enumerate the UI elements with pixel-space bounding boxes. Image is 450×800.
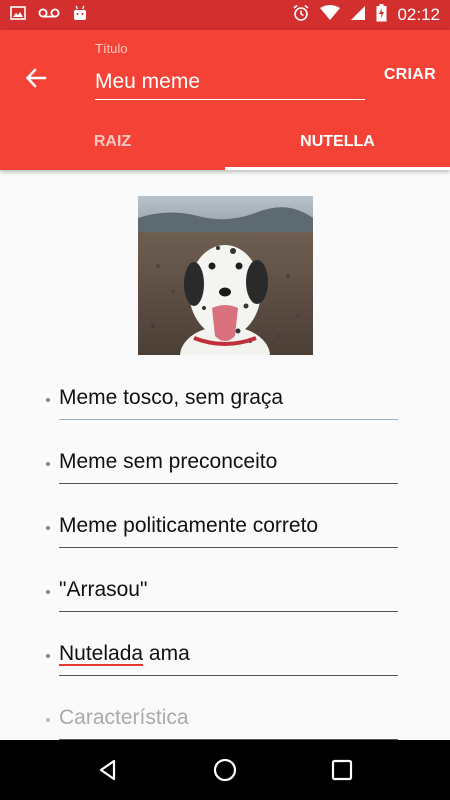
status-time: 02:12 bbox=[397, 5, 440, 24]
android-icon bbox=[72, 5, 88, 26]
misspelled-word: Nutelada bbox=[59, 642, 144, 665]
tab-raiz[interactable]: RAIZ bbox=[0, 114, 225, 170]
bullet bbox=[46, 654, 50, 658]
back-triangle-icon[interactable] bbox=[88, 750, 128, 790]
field-underline bbox=[59, 483, 398, 484]
alarm-icon bbox=[292, 4, 310, 27]
trait-text: Meme politicamente correto bbox=[59, 514, 319, 537]
trait-field[interactable]: Nutelada ama bbox=[46, 636, 398, 676]
trait-text-rest: ama bbox=[143, 642, 190, 665]
bullet bbox=[46, 718, 50, 722]
trait-field[interactable]: "Arrasou" bbox=[46, 572, 398, 612]
app-bar: Título Meu meme CRIAR RAIZ NUTELLA bbox=[0, 30, 450, 170]
trait-field[interactable]: Meme tosco, sem graça bbox=[46, 380, 398, 420]
content-area: Meme tosco, sem graça Meme sem preconcei… bbox=[0, 170, 450, 740]
signal-icon bbox=[350, 5, 366, 26]
create-button[interactable]: CRIAR bbox=[384, 66, 436, 84]
meme-image[interactable] bbox=[138, 196, 313, 355]
trait-field[interactable]: Meme sem preconceito bbox=[46, 444, 398, 484]
field-underline bbox=[59, 547, 398, 548]
title-input[interactable]: Meu meme bbox=[95, 68, 365, 100]
trait-text: "Arrasou" bbox=[59, 578, 148, 601]
bullet bbox=[46, 590, 50, 594]
trait-text: Meme tosco, sem graça bbox=[59, 386, 284, 409]
voicemail-icon bbox=[38, 6, 60, 25]
image-icon bbox=[10, 5, 26, 26]
trait-field[interactable]: Meme politicamente correto bbox=[46, 508, 398, 548]
bullet bbox=[46, 526, 50, 530]
tab-bar: RAIZ NUTELLA bbox=[0, 114, 450, 170]
navigation-bar bbox=[0, 740, 450, 800]
recents-square-icon[interactable] bbox=[322, 750, 362, 790]
arrow-back-icon[interactable] bbox=[18, 60, 54, 96]
wifi-icon bbox=[320, 4, 341, 26]
tab-nutella[interactable]: NUTELLA bbox=[225, 114, 450, 170]
new-trait-placeholder: Característica bbox=[59, 706, 189, 729]
title-label: Título bbox=[95, 41, 128, 56]
home-circle-icon[interactable] bbox=[205, 750, 245, 790]
trait-text: Nutelada ama bbox=[59, 642, 190, 666]
bullet bbox=[46, 462, 50, 466]
bullet bbox=[46, 398, 50, 402]
field-underline bbox=[59, 418, 398, 420]
battery-charging-icon bbox=[376, 3, 387, 27]
trait-text: Meme sem preconceito bbox=[59, 450, 278, 473]
field-underline bbox=[59, 611, 398, 612]
field-underline bbox=[59, 675, 398, 676]
new-trait-field[interactable]: Característica bbox=[46, 700, 398, 740]
status-bar: 02:12 bbox=[0, 0, 450, 30]
